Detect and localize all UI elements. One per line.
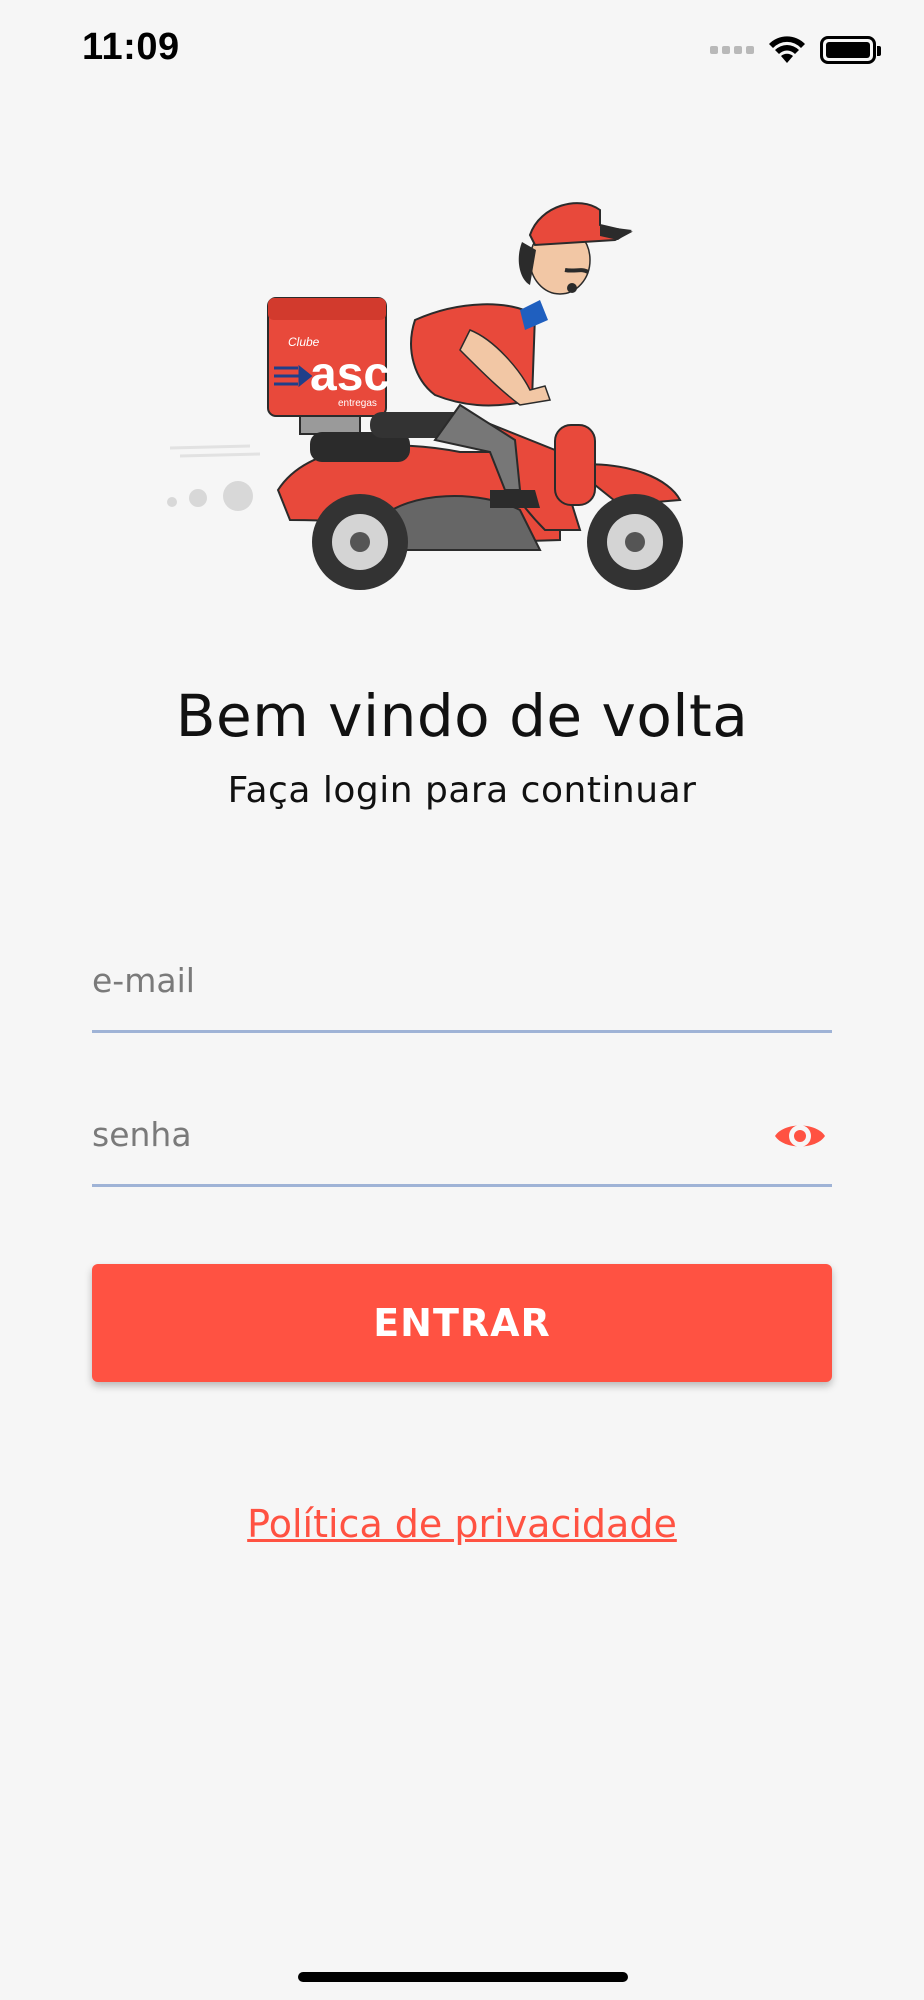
- signal-icon: [710, 46, 754, 54]
- status-bar: 11:09: [0, 0, 924, 100]
- privacy-policy-link[interactable]: Política de privacidade: [0, 1502, 924, 1546]
- eye-icon[interactable]: [772, 1114, 828, 1158]
- password-field-container: [92, 1094, 832, 1187]
- email-field[interactable]: [92, 940, 752, 1020]
- delivery-scooter-illustration: Clube asc entregas: [167, 202, 683, 590]
- logo-asc: asc: [310, 348, 390, 401]
- email-field-container: [92, 940, 832, 1033]
- page-subtitle: Faça login para continuar: [227, 770, 697, 811]
- submit-button[interactable]: ENTRAR: [92, 1264, 832, 1382]
- battery-icon: [820, 36, 881, 64]
- password-field[interactable]: [92, 1094, 752, 1174]
- speed-lines: [169, 444, 261, 458]
- exhaust-smoke: [167, 481, 253, 511]
- status-icons: [710, 32, 881, 68]
- page-title: Bem vindo de volta: [175, 682, 749, 750]
- logo-clube: Clube: [288, 335, 320, 349]
- wifi-icon: [769, 36, 805, 63]
- logo-entregas: entregas: [338, 398, 377, 409]
- delivery-box: Clube asc entregas: [267, 297, 390, 417]
- rack: [299, 415, 361, 435]
- home-indicator[interactable]: [298, 1972, 628, 1982]
- status-time: 11:09: [82, 26, 180, 68]
